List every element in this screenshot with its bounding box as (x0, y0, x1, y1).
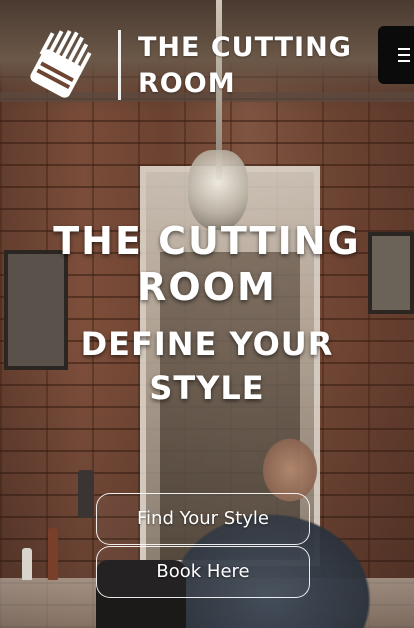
hero-subtitle-line-1: DEFINE YOUR (80, 325, 334, 363)
logo-divider (118, 30, 121, 100)
page: THE CUTTING ROOM THE CUTTING ROOM DEFINE… (0, 0, 414, 628)
hero-subtitle-line-2: STYLE (149, 369, 265, 407)
comb-clipper-icon[interactable] (16, 26, 102, 106)
bottle (48, 528, 58, 580)
brand-name[interactable]: THE CUTTING ROOM (138, 30, 378, 102)
hamburger-menu-icon (398, 48, 410, 62)
site-header: THE CUTTING ROOM (0, 0, 414, 104)
hero-title-line-2: ROOM (137, 265, 277, 309)
hero-title: THE CUTTING ROOM (0, 218, 414, 310)
brand-line-1: THE CUTTING (138, 32, 352, 63)
wall-switch (78, 470, 94, 518)
menu-button[interactable] (378, 26, 414, 84)
brand-line-2: ROOM (138, 68, 236, 99)
bottle (22, 548, 32, 580)
find-your-style-button[interactable]: Find Your Style (96, 493, 310, 545)
hero-subtitle: DEFINE YOUR STYLE (0, 322, 414, 410)
book-here-button[interactable]: Book Here (96, 546, 310, 598)
hero-title-line-1: THE CUTTING (53, 219, 361, 263)
